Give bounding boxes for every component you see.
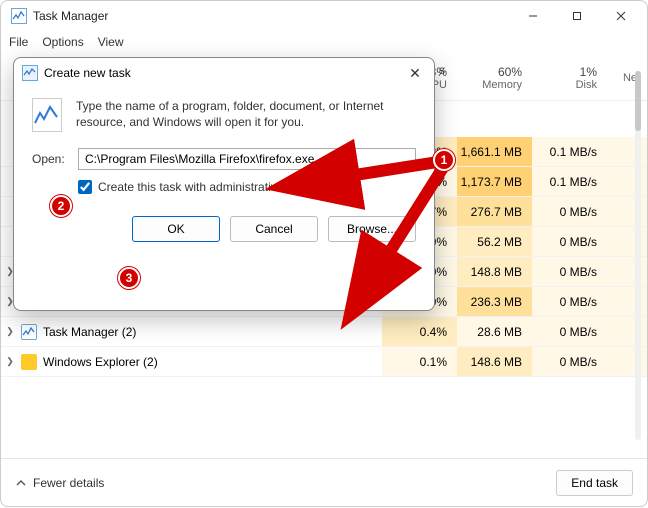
annotation-badge-3: 3: [118, 267, 140, 289]
create-task-dialog: Create new task ✕ Type the name of a pro…: [13, 57, 435, 311]
close-button[interactable]: [599, 1, 643, 31]
dialog-icon: [22, 65, 38, 81]
col-memory[interactable]: 60%Memory: [457, 53, 532, 100]
status-col-hint: s: [439, 63, 445, 77]
menu-view[interactable]: View: [98, 35, 124, 49]
dialog-close-button[interactable]: ✕: [404, 65, 426, 82]
table-row[interactable]: ❯ Task Manager (2) 0.4% 28.6 MB 0 MB/s: [1, 317, 647, 347]
window-title: Task Manager: [33, 9, 511, 23]
menu-options[interactable]: Options: [42, 35, 83, 49]
app-icon: [21, 354, 37, 370]
expand-icon[interactable]: ❯: [1, 326, 19, 337]
dialog-message: Type the name of a program, folder, docu…: [76, 98, 416, 130]
menu-file[interactable]: File: [9, 35, 28, 49]
expand-icon[interactable]: ❯: [1, 356, 19, 367]
footer: Fewer details End task: [1, 458, 647, 506]
scrollbar[interactable]: [631, 61, 645, 450]
cancel-button[interactable]: Cancel: [230, 216, 318, 242]
fewer-details-toggle[interactable]: Fewer details: [15, 476, 556, 490]
browse-button[interactable]: Browse...: [328, 216, 416, 242]
dialog-titlebar: Create new task ✕: [14, 58, 434, 88]
minimize-button[interactable]: [511, 1, 555, 31]
maximize-button[interactable]: [555, 1, 599, 31]
ok-button[interactable]: OK: [132, 216, 220, 242]
col-disk[interactable]: 1%Disk: [532, 53, 607, 100]
admin-checkbox[interactable]: [78, 180, 92, 194]
titlebar: Task Manager: [1, 1, 647, 31]
annotation-badge-2: 2: [50, 195, 72, 217]
app-icon: [21, 324, 37, 340]
admin-checkbox-label: Create this task with administrative pri…: [98, 180, 341, 194]
open-label: Open:: [32, 152, 68, 166]
open-input[interactable]: [78, 148, 416, 170]
run-icon: [32, 98, 62, 132]
menubar: File Options View: [1, 31, 647, 53]
dialog-title: Create new task: [44, 66, 404, 80]
table-row[interactable]: ❯ Windows Explorer (2) 0.1% 148.6 MB 0 M…: [1, 347, 647, 377]
end-task-button[interactable]: End task: [556, 470, 633, 496]
task-manager-icon: [11, 8, 27, 24]
annotation-badge-1: 1: [433, 149, 455, 171]
chevron-up-icon: [15, 477, 27, 489]
